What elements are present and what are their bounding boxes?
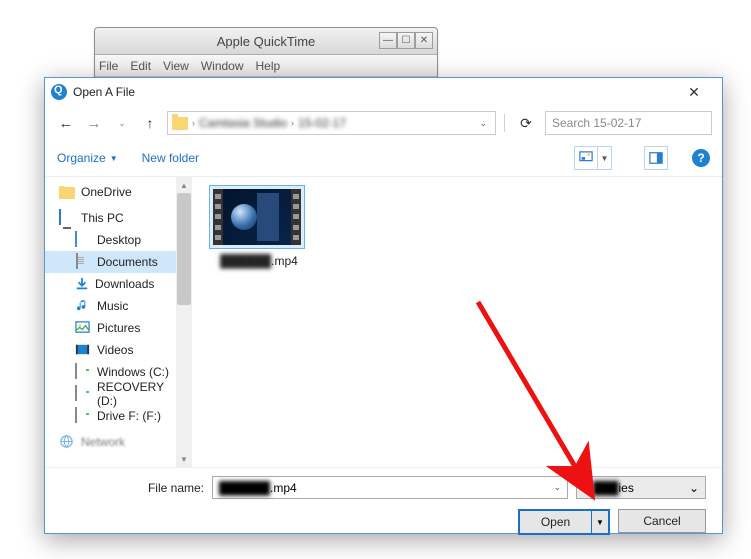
organize-label: Organize [57, 151, 106, 165]
sidebar-item-onedrive[interactable]: OneDrive [45, 181, 177, 203]
chevron-down-icon: ⌄ [689, 481, 699, 495]
nav-up-button[interactable]: ↑ [139, 112, 161, 134]
folder-tree: OneDrive This PC Desktop Documents [45, 177, 177, 457]
separator [504, 114, 505, 132]
sidebar-item-recovery-d[interactable]: RECOVERY (D:) [45, 383, 177, 405]
folder-icon [59, 187, 75, 199]
chevron-icon: › [192, 118, 195, 128]
videos-icon [75, 342, 91, 358]
nav-row: ← → ⌄ ↑ › Camtasia Studio › 15-02-17 ⌄ ⟳… [45, 106, 722, 140]
scroll-up-icon[interactable]: ▲ [176, 177, 192, 193]
sidebar-item-pictures[interactable]: Pictures [45, 317, 177, 339]
quicktime-titlebar: Apple QuickTime — ☐ ✕ [95, 28, 437, 55]
nav-back-button[interactable]: ← [55, 112, 77, 134]
menu-file[interactable]: File [99, 59, 118, 73]
music-icon [75, 298, 91, 314]
open-button-group: Open ▼ [518, 509, 610, 535]
search-input[interactable]: Search 15-02-17 [545, 111, 712, 135]
dialog-bottom-panel: File name: ██████.mp4 ⌄ M███ies ⌄ Open ▼… [45, 468, 722, 551]
view-mode-dropdown[interactable]: ▼ [598, 146, 612, 170]
view-mode-button[interactable] [574, 146, 598, 170]
dialog-title: Open A File [73, 85, 135, 99]
quicktime-icon [51, 84, 67, 100]
organize-button[interactable]: Organize ▼ [57, 151, 118, 165]
dialog-titlebar: Open A File ✕ [45, 78, 722, 106]
pictures-icon [75, 320, 91, 336]
refresh-button[interactable]: ⟳ [513, 110, 539, 136]
file-name-label: ██████.mp4 [209, 254, 309, 268]
file-thumbnail [209, 185, 305, 249]
drive-icon [75, 364, 91, 380]
chevron-down-icon: ▼ [110, 154, 118, 163]
network-icon [59, 434, 75, 450]
cancel-button[interactable]: Cancel [618, 509, 706, 533]
download-icon [75, 277, 89, 291]
maximize-icon[interactable]: ☐ [397, 32, 415, 49]
sidebar-item-network[interactable]: Network [45, 431, 177, 453]
menu-view[interactable]: View [163, 59, 189, 73]
sidebar-item-documents[interactable]: Documents [45, 251, 177, 273]
sidebar-label: Pictures [97, 321, 140, 335]
preview-pane-button[interactable] [644, 146, 668, 170]
sidebar-label: Network [81, 435, 125, 449]
folder-icon [172, 117, 188, 130]
file-pane[interactable]: ██████.mp4 [193, 177, 722, 467]
open-button[interactable]: Open [519, 510, 591, 534]
search-placeholder: Search 15-02-17 [552, 116, 641, 130]
main-area: OneDrive This PC Desktop Documents [45, 176, 722, 468]
nav-recent-dropdown[interactable]: ⌄ [111, 112, 133, 134]
sidebar-label: Windows (C:) [97, 365, 169, 379]
sidebar: OneDrive This PC Desktop Documents [45, 177, 193, 467]
open-file-dialog: Open A File ✕ ← → ⌄ ↑ › Camtasia Studio … [44, 77, 723, 534]
desktop-icon [75, 232, 91, 248]
sidebar-label: Downloads [95, 277, 154, 291]
menu-edit[interactable]: Edit [130, 59, 151, 73]
sidebar-scrollbar[interactable]: ▲ ▼ [176, 177, 192, 467]
sidebar-item-drive-f[interactable]: Drive F: (F:) [45, 405, 177, 427]
drive-icon [75, 408, 91, 424]
document-icon [75, 254, 91, 270]
sidebar-item-downloads[interactable]: Downloads [45, 273, 177, 295]
quicktime-title: Apple QuickTime [217, 34, 316, 49]
breadcrumb-seg2[interactable]: 15-02-17 [298, 116, 346, 130]
toolbar: Organize ▼ New folder ▼ ? [45, 140, 722, 176]
nav-forward-button[interactable]: → [83, 112, 105, 134]
sidebar-label: Desktop [97, 233, 141, 247]
filename-label: File name: [148, 481, 204, 495]
quicktime-menubar: File Edit View Window Help [95, 55, 437, 77]
pc-icon [59, 210, 75, 226]
drive-icon [75, 386, 91, 402]
file-item[interactable]: ██████.mp4 [209, 185, 309, 268]
new-folder-button[interactable]: New folder [142, 151, 199, 165]
breadcrumb-dropdown-icon[interactable]: ⌄ [479, 118, 487, 129]
sidebar-item-this-pc[interactable]: This PC [45, 207, 177, 229]
menu-help[interactable]: Help [256, 59, 281, 73]
chevron-down-icon[interactable]: ⌄ [553, 482, 561, 493]
scroll-down-icon[interactable]: ▼ [176, 451, 192, 467]
sidebar-item-videos[interactable]: Videos [45, 339, 177, 361]
sidebar-label: OneDrive [81, 185, 132, 199]
globe-icon [231, 204, 257, 230]
chevron-icon: › [291, 118, 294, 128]
minimize-icon[interactable]: — [379, 32, 397, 49]
sidebar-item-desktop[interactable]: Desktop [45, 229, 177, 251]
sidebar-label: Drive F: (F:) [97, 409, 161, 423]
filename-input[interactable]: ██████.mp4 ⌄ [212, 476, 568, 499]
breadcrumb-bar[interactable]: › Camtasia Studio › 15-02-17 ⌄ [167, 111, 496, 135]
scroll-thumb[interactable] [177, 193, 191, 305]
sidebar-label: Videos [97, 343, 133, 357]
open-dropdown-button[interactable]: ▼ [591, 510, 609, 534]
help-button[interactable]: ? [692, 149, 710, 167]
sidebar-label: Music [97, 299, 128, 313]
sidebar-label: This PC [81, 211, 124, 225]
filetype-select[interactable]: M███ies ⌄ [576, 476, 706, 499]
menu-window[interactable]: Window [201, 59, 244, 73]
sidebar-label: RECOVERY (D:) [97, 380, 177, 408]
sidebar-label: Documents [97, 255, 158, 269]
breadcrumb-seg1[interactable]: Camtasia Studio [199, 116, 287, 130]
dialog-close-button[interactable]: ✕ [672, 78, 716, 106]
sidebar-item-music[interactable]: Music [45, 295, 177, 317]
close-icon[interactable]: ✕ [415, 32, 433, 49]
